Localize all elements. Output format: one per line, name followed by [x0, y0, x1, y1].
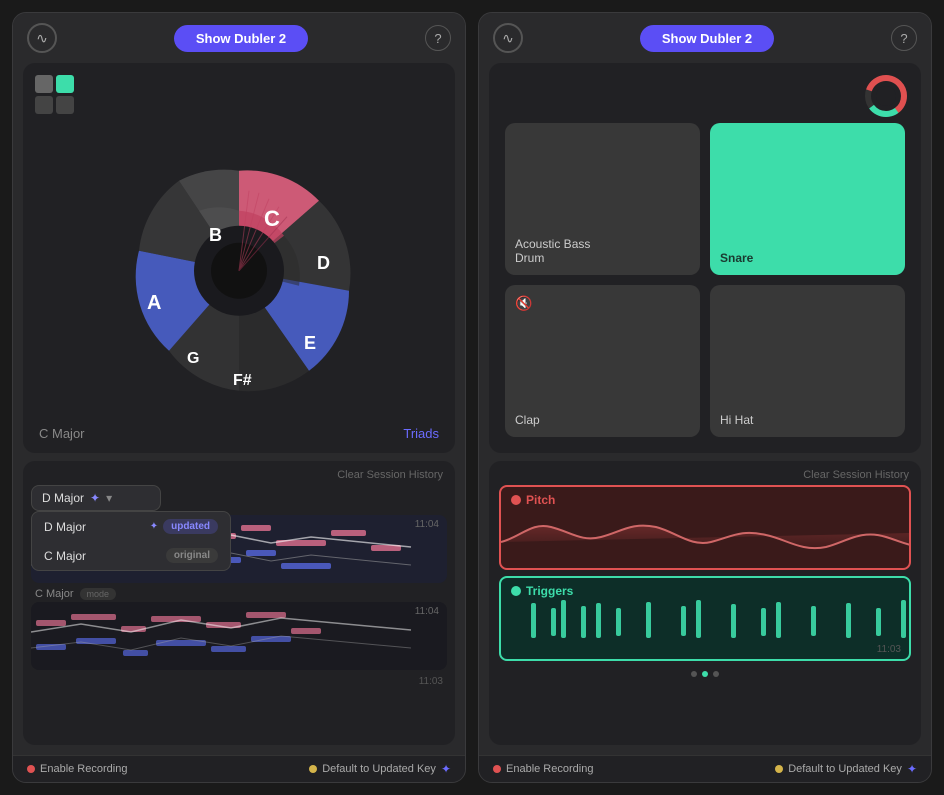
- left-panel: ∿ Show Dubler 2 ?: [12, 12, 466, 783]
- strip-time-2: 11:04: [415, 606, 439, 617]
- piano-strip-2: 11:04: [31, 602, 447, 670]
- dropdown-item-label-2: C Major: [44, 549, 86, 563]
- left-session-section: Clear Session History D Major ✦ ▾ D Majo…: [23, 461, 455, 745]
- main-container: ∿ Show Dubler 2 ?: [0, 0, 944, 795]
- dropdown-item-dmajor[interactable]: D Major ✦ updated: [32, 512, 230, 541]
- scroll-dots: [489, 667, 921, 681]
- right-enable-recording[interactable]: Enable Recording: [493, 763, 593, 775]
- left-default-key[interactable]: Default to Updated Key ✦: [309, 762, 451, 776]
- strip-time-1: 11:04: [415, 519, 439, 530]
- pitch-curve: [501, 487, 909, 570]
- right-record-dot: [493, 765, 501, 773]
- right-bottom-bar: Enable Recording Default to Updated Key …: [479, 755, 931, 782]
- triggers-timestamp: 11:03: [877, 644, 901, 655]
- right-clear-session[interactable]: Clear Session History: [803, 469, 909, 481]
- left-session-body: D Major ✦ ▾ D Major ✦ updated: [23, 485, 455, 741]
- right-key-dot: [775, 765, 783, 773]
- bass-drum-pad[interactable]: Acoustic BassDrum: [505, 123, 700, 275]
- enable-recording-label: Enable Recording: [40, 763, 127, 775]
- right-default-key[interactable]: Default to Updated Key ✦: [775, 762, 917, 776]
- svg-text:C: C: [264, 206, 280, 231]
- triggers-strip: Triggers: [499, 576, 911, 661]
- right-enable-recording-label: Enable Recording: [506, 763, 593, 775]
- original-badge: original: [166, 548, 218, 563]
- dropdown-label: D Major: [42, 491, 84, 505]
- drum-pad-grid: Acoustic BassDrum Snare 🔇 Clap Hi Hat: [489, 63, 921, 453]
- color-squares: [35, 75, 74, 114]
- clap-pad[interactable]: 🔇 Clap: [505, 285, 700, 437]
- svg-text:F#: F#: [233, 372, 252, 389]
- strip-2-mode-badge: mode: [80, 588, 117, 600]
- color-sq-4[interactable]: [56, 96, 74, 114]
- chord-key-label: C Major: [39, 426, 85, 441]
- right-session-header: Clear Session History: [489, 461, 921, 485]
- dropdown-item-label: D Major: [44, 520, 86, 534]
- key-dot: [309, 765, 317, 773]
- drum-pie-chart: [865, 75, 907, 122]
- color-sq-2[interactable]: [56, 75, 74, 93]
- right-sparkle-bottom-icon: ✦: [907, 762, 917, 776]
- snare-label: Snare: [720, 251, 753, 265]
- piano-strip-2-container: C Major mode 11:04: [31, 586, 447, 670]
- drum-section: Acoustic BassDrum Snare 🔇 Clap Hi Hat: [489, 63, 921, 453]
- chord-wheel-section: B C D E F# G A C Major Triads: [23, 63, 455, 453]
- left-help-button[interactable]: ?: [425, 25, 451, 51]
- piano-roll-2: [31, 602, 447, 670]
- updated-badge: updated: [163, 519, 218, 534]
- svg-text:B: B: [209, 225, 222, 245]
- key-dropdown-area: D Major ✦ ▾ D Major ✦ updated: [31, 485, 447, 511]
- color-sq-1[interactable]: [35, 75, 53, 93]
- scroll-dot-1: [691, 671, 697, 677]
- default-key-label: Default to Updated Key: [322, 763, 436, 775]
- key-dropdown-menu: D Major ✦ updated C Major original: [31, 511, 231, 571]
- sparkle-updated-icon: ✦: [150, 521, 158, 532]
- left-enable-recording[interactable]: Enable Recording: [27, 763, 127, 775]
- sparkle-bottom-icon: ✦: [441, 762, 451, 776]
- clap-label: Clap: [515, 413, 540, 427]
- left-logo: ∿: [27, 23, 57, 53]
- color-sq-3[interactable]: [35, 96, 53, 114]
- record-dot: [27, 765, 35, 773]
- strip-2-key-label: C Major: [35, 588, 74, 600]
- svg-text:D: D: [317, 253, 330, 273]
- hihat-pad[interactable]: Hi Hat: [710, 285, 905, 437]
- svg-text:E: E: [304, 333, 316, 353]
- right-title-button[interactable]: Show Dubler 2: [640, 25, 774, 52]
- right-session-section: Clear Session History Pitch: [489, 461, 921, 745]
- strip-3-time-row: 11:03: [31, 674, 447, 689]
- key-dropdown-button[interactable]: D Major ✦ ▾: [31, 485, 161, 511]
- chord-mode-button[interactable]: Triads: [403, 426, 439, 441]
- scroll-dot-3: [713, 671, 719, 677]
- dropdown-item-cmajor[interactable]: C Major original: [32, 541, 230, 570]
- chord-wheel[interactable]: B C D E F# G A: [89, 121, 389, 426]
- left-title-button[interactable]: Show Dubler 2: [174, 25, 308, 52]
- right-logo: ∿: [493, 23, 523, 53]
- svg-text:A: A: [147, 292, 161, 314]
- bass-drum-label: Acoustic BassDrum: [515, 237, 590, 265]
- right-header: ∿ Show Dubler 2 ?: [479, 13, 931, 63]
- strip-3-timestamp: 11:03: [419, 676, 443, 687]
- strip-2-label-row: C Major mode: [31, 586, 447, 602]
- hihat-label: Hi Hat: [720, 413, 753, 427]
- chevron-down-icon: ▾: [106, 491, 112, 505]
- left-header: ∿ Show Dubler 2 ?: [13, 13, 465, 63]
- svg-text:G: G: [187, 350, 199, 367]
- left-clear-session[interactable]: Clear Session History: [337, 469, 443, 481]
- left-bottom-bar: Enable Recording Default to Updated Key …: [13, 755, 465, 782]
- scroll-dot-2: [702, 671, 708, 677]
- right-help-button[interactable]: ?: [891, 25, 917, 51]
- triggers-bars: [501, 578, 909, 661]
- right-panel: ∿ Show Dubler 2 ? Acoustic BassDr: [478, 12, 932, 783]
- sparkle-icon: ✦: [90, 491, 100, 505]
- left-session-header: Clear Session History: [23, 461, 455, 485]
- snare-pad[interactable]: Snare: [710, 123, 905, 275]
- pitch-strip: Pitch: [499, 485, 911, 570]
- mute-icon: 🔇: [515, 295, 532, 312]
- right-default-key-label: Default to Updated Key: [788, 763, 902, 775]
